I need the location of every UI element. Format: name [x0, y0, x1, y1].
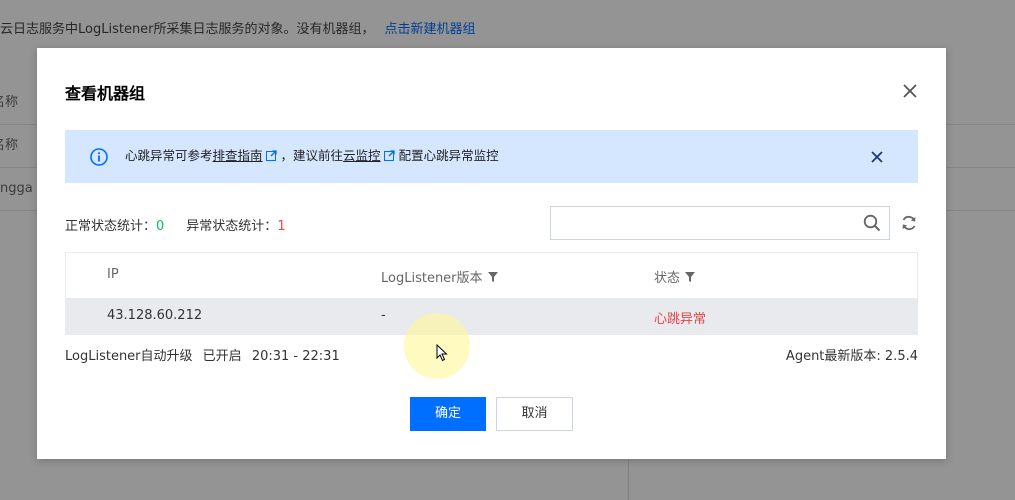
mouse-cursor-icon — [436, 344, 448, 362]
header-status: 状态 — [654, 267, 696, 286]
abnormal-status-label: 异常状态统计： — [186, 219, 278, 234]
normal-status-count: 0 — [156, 219, 165, 234]
header-version: LogListener版本 — [381, 267, 498, 286]
row-status: 心跳异常 — [654, 312, 707, 327]
refresh-icon[interactable] — [900, 214, 918, 232]
notice-text: 心跳异常可参考排查指南 ，建议前往云监控 配置心跳异常监控 — [125, 147, 499, 165]
search-input[interactable] — [559, 208, 853, 240]
dialog-title: 查看机器组 — [65, 84, 146, 103]
row-version: - — [381, 308, 386, 323]
heartbeat-notice: 心跳异常可参考排查指南 ，建议前往云监控 配置心跳异常监控 — [65, 130, 918, 183]
header-version-label: LogListener版本 — [381, 271, 483, 286]
notice-middle: ，建议前往 — [280, 148, 344, 163]
auto-upgrade-label: LogListener自动升级 — [65, 349, 193, 364]
confirm-button[interactable]: 确定 — [410, 397, 486, 431]
filter-icon[interactable] — [685, 272, 696, 282]
external-link-icon[interactable] — [383, 150, 395, 161]
search-box — [550, 206, 890, 240]
cancel-button[interactable]: 取消 — [496, 397, 573, 431]
filter-icon[interactable] — [487, 272, 498, 282]
info-icon — [90, 148, 108, 166]
troubleshooting-guide-link[interactable]: 排查指南 — [213, 148, 263, 163]
auto-upgrade-state: 已开启 — [202, 349, 242, 364]
agent-latest-version: Agent最新版本: 2.5.4 — [785, 349, 918, 364]
view-machine-group-dialog: 查看机器组 心跳异常可参考排查指南 ，建议前往云监控 配置心跳异常监控 正常状态统计… — [37, 48, 946, 459]
auto-upgrade-info: LogListener自动升级 已开启 20:31 - 22:31 — [65, 345, 346, 364]
cloud-monitor-link[interactable]: 云监控 — [343, 148, 381, 163]
table-header: IP LogListener版本 状态 — [66, 253, 917, 299]
status-stats: 正常状态统计：0 异常状态统计：1 — [65, 215, 286, 234]
abnormal-status-count: 1 — [277, 219, 286, 234]
external-link-icon[interactable] — [265, 150, 277, 161]
table-row[interactable]: 43.128.60.212 - 心跳异常 — [66, 299, 917, 334]
header-ip: IP — [107, 267, 119, 282]
search-icon[interactable] — [863, 214, 881, 232]
auto-upgrade-window: 20:31 - 22:31 — [251, 349, 340, 364]
notice-prefix: 心跳异常可参考 — [125, 148, 213, 163]
row-ip: 43.128.60.212 — [107, 308, 203, 323]
close-icon[interactable] — [899, 80, 921, 102]
normal-status-label: 正常状态统计： — [65, 219, 157, 234]
header-status-label: 状态 — [654, 271, 681, 286]
notice-suffix: 配置心跳异常监控 — [398, 148, 499, 163]
machine-table: IP LogListener版本 状态 43.128.60.212 - 心跳异常 — [65, 252, 918, 335]
close-icon[interactable] — [868, 148, 886, 166]
